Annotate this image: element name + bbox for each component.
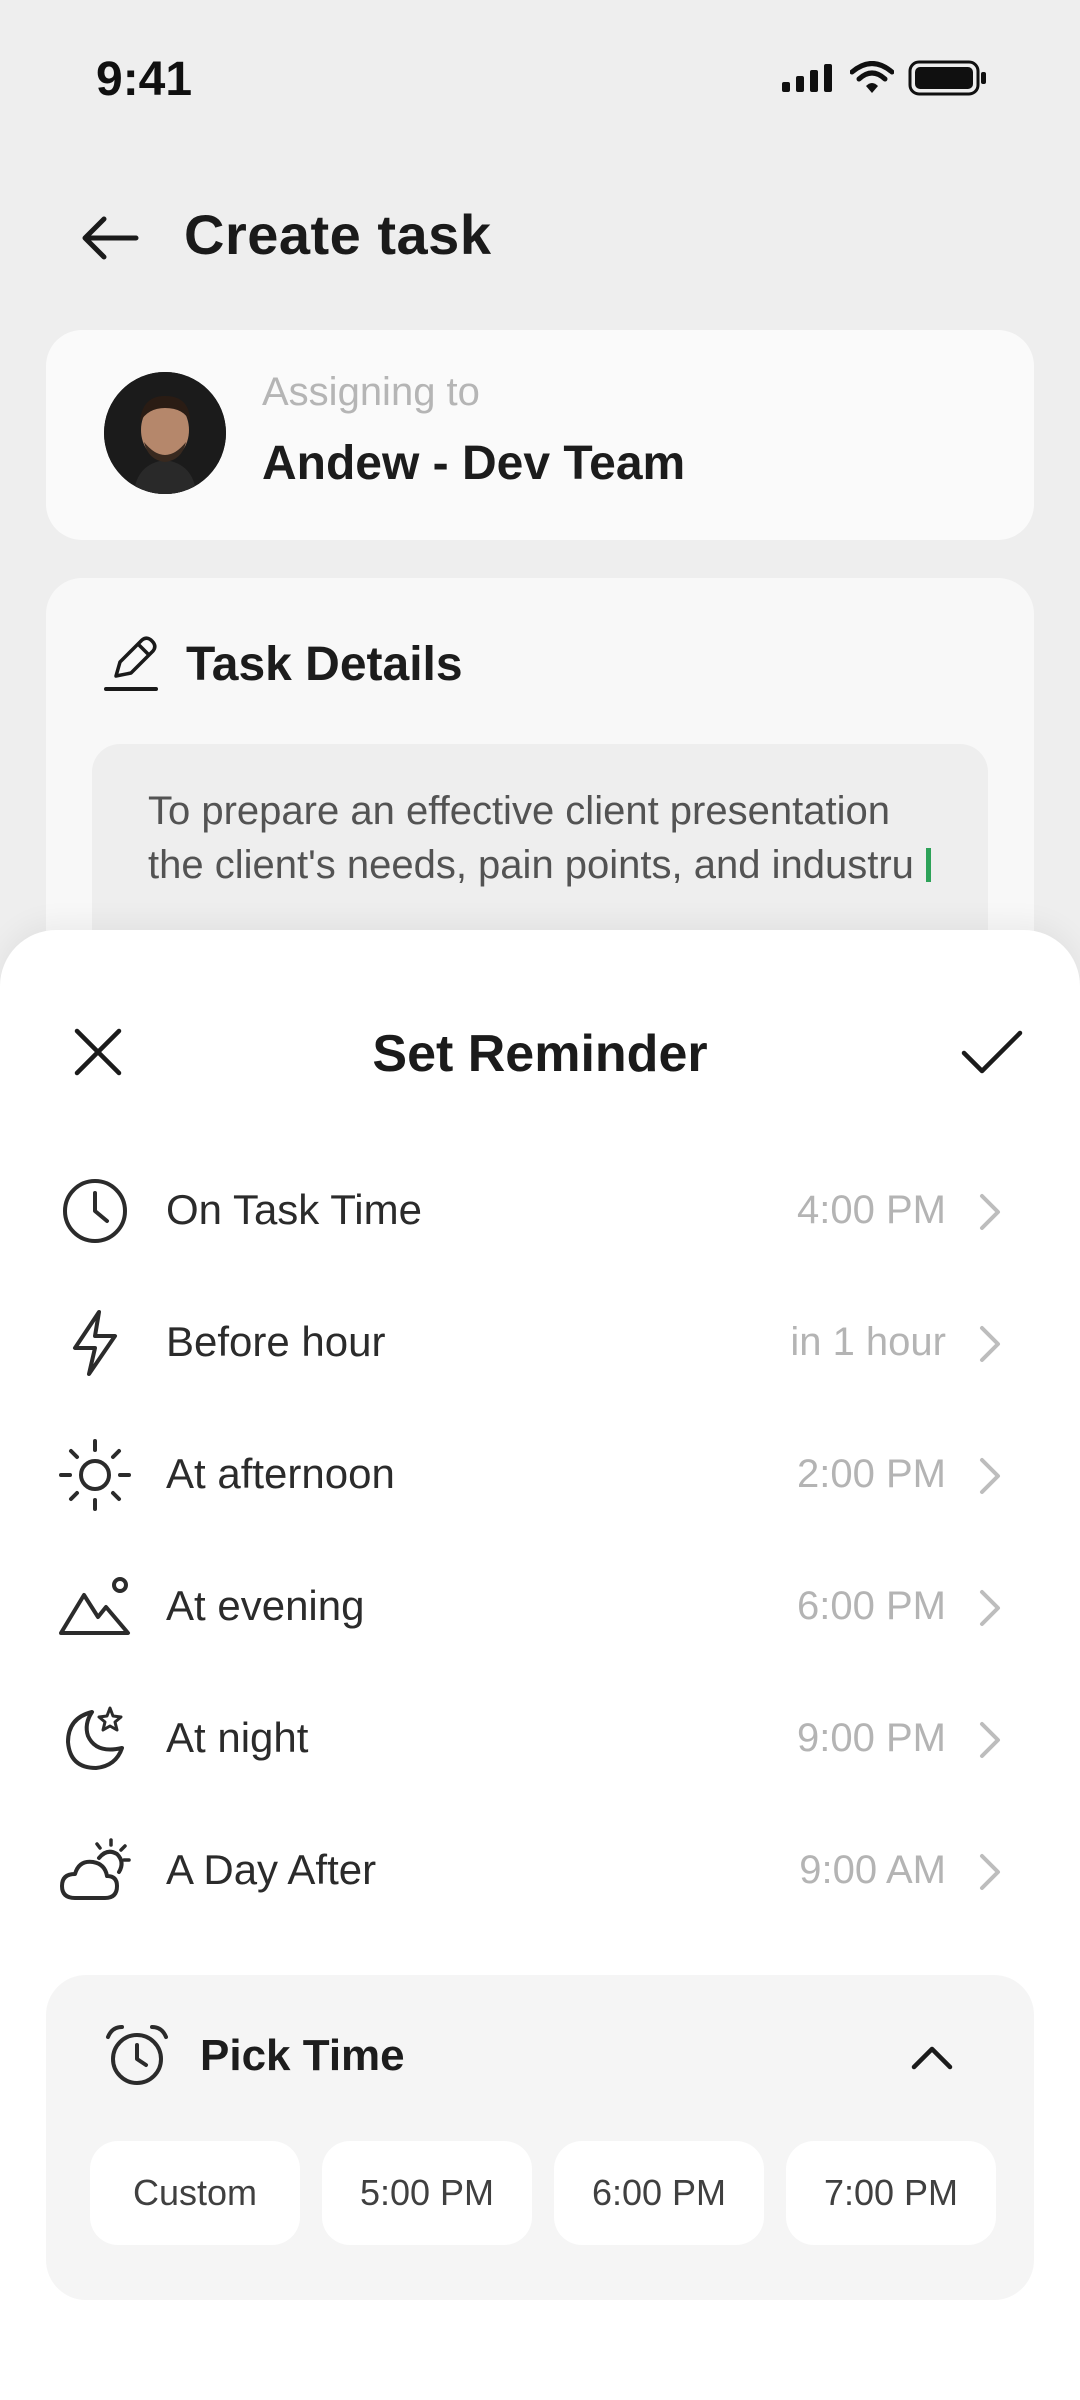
reminder-option-label: At evening: [166, 1582, 365, 1629]
pick-time-header[interactable]: Pick Time: [104, 2023, 405, 2089]
set-reminder-sheet: Set Reminder On Task Time 4:00 PM Before…: [0, 930, 1080, 2400]
reminder-option-value: 4:00 PM: [797, 1188, 946, 1232]
reminder-option-value: 9:00 AM: [799, 1848, 946, 1892]
reminder-option-label: Before hour: [166, 1318, 386, 1365]
pick-time-title: Pick Time: [200, 2031, 405, 2080]
check-icon: [960, 1027, 1024, 1077]
sheet-title: Set Reminder: [372, 1025, 708, 1083]
chevron-right-icon: [970, 1190, 1010, 1234]
time-chip-custom[interactable]: Custom: [90, 2141, 300, 2245]
reminder-option-label: At night: [166, 1714, 309, 1761]
reminder-option-at-evening[interactable]: At evening 6:00 PM: [0, 1540, 1080, 1672]
pick-time-collapse-button[interactable]: [898, 2023, 966, 2091]
clock-icon: [58, 1174, 132, 1248]
lightning-icon: [58, 1306, 132, 1380]
reminder-option-at-night[interactable]: At night 9:00 PM: [0, 1672, 1080, 1804]
reminder-option-before-hour[interactable]: Before hour in 1 hour: [0, 1276, 1080, 1408]
mountain-icon: [58, 1570, 132, 1644]
reminder-option-at-afternoon[interactable]: At afternoon 2:00 PM: [0, 1408, 1080, 1540]
time-chip-6pm[interactable]: 6:00 PM: [554, 2141, 764, 2245]
time-chips: Custom 5:00 PM 6:00 PM 7:00 PM: [90, 2141, 996, 2245]
reminder-option-value: 6:00 PM: [797, 1584, 946, 1628]
cloud-sun-icon: [58, 1834, 132, 1908]
chevron-up-icon: [910, 2043, 954, 2071]
reminder-option-label: On Task Time: [166, 1186, 422, 1233]
confirm-button[interactable]: [950, 1010, 1034, 1094]
reminder-option-value: in 1 hour: [790, 1320, 946, 1364]
chevron-right-icon: [970, 1850, 1010, 1894]
reminder-option-label: At afternoon: [166, 1450, 395, 1497]
time-chip-5pm[interactable]: 5:00 PM: [322, 2141, 532, 2245]
reminder-option-value: 9:00 PM: [797, 1716, 946, 1760]
reminder-option-on-task-time[interactable]: On Task Time 4:00 PM: [0, 1144, 1080, 1276]
alarm-clock-icon: [104, 2023, 170, 2089]
moon-star-icon: [58, 1702, 132, 1776]
chevron-right-icon: [970, 1454, 1010, 1498]
time-chip-7pm[interactable]: 7:00 PM: [786, 2141, 996, 2245]
reminder-options-list: On Task Time 4:00 PM Before hour in 1 ho…: [0, 1144, 1080, 1936]
reminder-option-label: A Day After: [166, 1846, 377, 1893]
pick-time-panel: Pick Time Custom 5:00 PM 6:00 PM 7:00 PM: [46, 1975, 1034, 2300]
reminder-option-value: 2:00 PM: [797, 1452, 946, 1496]
chevron-right-icon: [970, 1322, 1010, 1366]
create-task-screen: 9:41 Create task Assigning to Andew - De…: [0, 0, 1080, 2400]
chevron-right-icon: [970, 1586, 1010, 1630]
reminder-option-a-day-after[interactable]: A Day After 9:00 AM: [0, 1804, 1080, 1936]
chevron-right-icon: [970, 1718, 1010, 1762]
sun-icon: [58, 1438, 132, 1512]
